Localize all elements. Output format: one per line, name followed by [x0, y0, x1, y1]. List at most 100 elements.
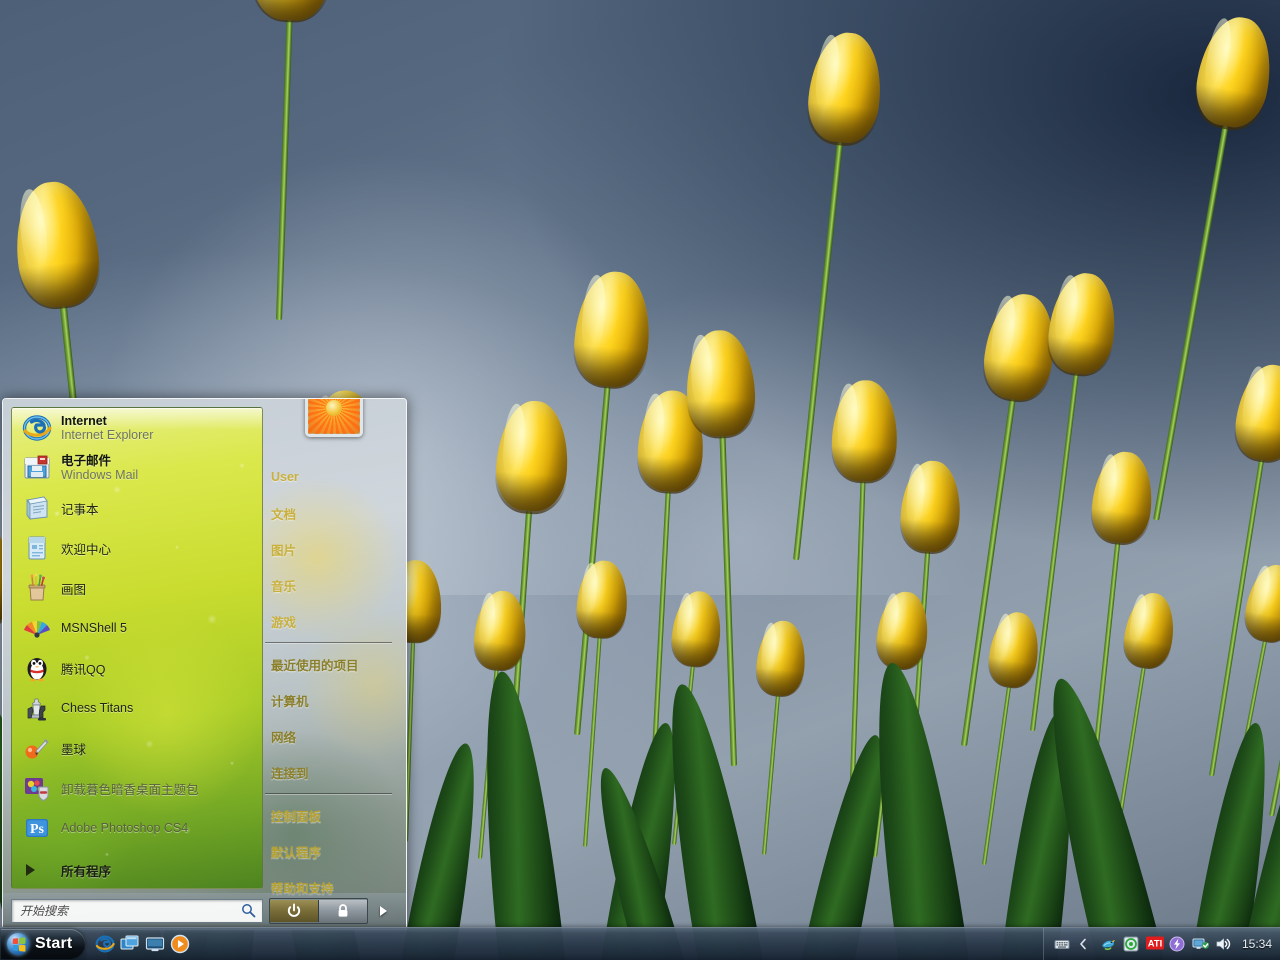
right-item-default-programs[interactable]: 默认程序	[265, 833, 398, 869]
start-item-welcome-center[interactable]: 欢迎中心	[12, 528, 262, 568]
start-item-label: 墨球	[61, 742, 87, 757]
right-arrow-icon	[379, 906, 387, 916]
taskbar-clock[interactable]: 15:34	[1242, 937, 1272, 951]
power-icon	[286, 903, 302, 919]
green-target-icon[interactable]	[1123, 936, 1139, 952]
lock-padlock-icon	[335, 903, 351, 919]
all-programs-button[interactable]: 所有程序	[12, 852, 262, 888]
internet-explorer-icon	[22, 413, 52, 443]
power-options-group	[269, 898, 368, 924]
start-item-label: Adobe Photoshop CS4	[61, 821, 189, 835]
search-input[interactable]	[18, 901, 237, 921]
show-desktop[interactable]	[145, 934, 165, 954]
recent-programs-list: 记事本 欢迎中心 画图 MSNShell 5 腾讯QQ Chess Titans…	[12, 488, 262, 848]
tulip-stem	[982, 686, 1012, 866]
search-magnifier-icon[interactable]	[241, 903, 256, 918]
avatar[interactable]	[305, 399, 363, 437]
start-item-label: MSNShell 5	[61, 621, 127, 635]
photoshop-cs4-icon: Ps	[22, 813, 52, 843]
start-menu-left-column: Internet Internet Explorer 电子邮件 Windows …	[11, 407, 263, 889]
right-column-separator-2	[265, 793, 392, 794]
notepad-icon	[22, 493, 52, 523]
taskbar[interactable]: Start ATI 15:34	[0, 927, 1280, 960]
power-menu-arrow-button[interactable]	[372, 899, 394, 923]
tulip-stem	[1029, 373, 1080, 732]
start-menu-footer	[3, 893, 406, 929]
tulip	[240, 0, 333, 321]
right-item-user[interactable]: User	[265, 459, 398, 495]
svg-text:ATI: ATI	[1148, 938, 1162, 949]
right-item-pictures[interactable]: 图片	[265, 531, 398, 567]
start-button-label: Start	[35, 935, 73, 952]
quick-launch-bar	[95, 934, 190, 954]
start-item-paint[interactable]: 画图	[12, 568, 262, 608]
tulip-bud	[873, 588, 932, 672]
paint-icon	[22, 573, 52, 603]
all-programs-label: 所有程序	[61, 864, 112, 879]
right-item-network[interactable]: 网络	[265, 718, 398, 754]
windows-media-player[interactable]	[170, 934, 190, 954]
start-item-uninstall-theme[interactable]: 卸载暮色暗香桌面主题包	[12, 768, 262, 808]
ime-bird-icon[interactable]	[1100, 936, 1116, 952]
shutdown-button[interactable]	[270, 900, 319, 922]
lock-button[interactable]	[319, 900, 367, 922]
chevron-left-icon[interactable]	[1077, 936, 1093, 952]
start-item-title: Internet	[61, 413, 107, 428]
volume-icon[interactable]	[1215, 936, 1231, 952]
chess-titans-icon	[22, 693, 52, 723]
tulip-bud	[668, 588, 725, 669]
inkball-icon	[22, 733, 52, 763]
start-item-label: Chess Titans	[61, 701, 134, 715]
start-item-chess-titans[interactable]: Chess Titans	[12, 688, 262, 728]
windows-orb-icon	[7, 933, 29, 955]
right-item-control-panel[interactable]: 控制面板	[265, 797, 398, 833]
start-item-label: 欢迎中心	[61, 542, 112, 557]
start-item-label: 画图	[61, 582, 87, 597]
switch-between-windows[interactable]	[120, 934, 140, 954]
right-item-computer[interactable]: 计算机	[265, 682, 398, 718]
tulip-bud	[574, 558, 630, 640]
right-item-recent-items[interactable]: 最近使用的项目	[265, 646, 398, 682]
tulip-bud	[570, 268, 655, 390]
svg-text:Ps: Ps	[30, 822, 45, 837]
tulip-stem	[762, 695, 781, 856]
tulip-bud	[985, 609, 1044, 691]
ime-keyboard-icon[interactable]	[1054, 936, 1070, 952]
start-item-msnshell[interactable]: MSNShell 5	[12, 608, 262, 648]
tulip-bud	[250, 0, 333, 22]
start-item-photoshop-cs4[interactable]: Ps Adobe Photoshop CS4	[12, 808, 262, 848]
start-item-inkball[interactable]: 墨球	[12, 728, 262, 768]
right-item-music[interactable]: 音乐	[265, 567, 398, 603]
start-item-windows-mail[interactable]: 电子邮件 Windows Mail	[12, 448, 262, 488]
network-icon[interactable]	[1192, 936, 1209, 952]
start-item-label: 卸载暮色暗香桌面主题包	[61, 782, 199, 797]
tulip-stem	[275, 20, 293, 321]
right-item-connect-to[interactable]: 连接到	[265, 754, 398, 790]
start-button[interactable]: Start	[1, 929, 85, 959]
search-box[interactable]	[11, 899, 263, 923]
start-item-subtitle: Internet Explorer	[61, 428, 154, 442]
windows-mail-icon	[22, 453, 52, 483]
start-menu-right-column: User 文档 图片 音乐 游戏 最近使用的项目 计算机 网络 连接到 控制面板…	[265, 399, 398, 929]
tulip-bud	[1120, 589, 1180, 672]
tulip-bud	[804, 29, 887, 147]
pinned-programs-list: Internet Internet Explorer 电子邮件 Windows …	[12, 408, 262, 488]
start-item-tencent-qq[interactable]: 腾讯QQ	[12, 648, 262, 688]
theme-uninstall-icon	[22, 773, 52, 803]
tencent-qq-icon	[22, 653, 52, 683]
tulip-bud	[9, 177, 104, 311]
start-item-label: 记事本	[61, 502, 99, 517]
right-item-games[interactable]: 游戏	[265, 603, 398, 639]
right-item-documents[interactable]: 文档	[265, 495, 398, 531]
msnshell-icon	[22, 613, 52, 643]
start-menu[interactable]: Internet Internet Explorer 电子邮件 Windows …	[2, 398, 407, 930]
system-tray: ATI 15:34	[1042, 928, 1280, 960]
launch-internet-explorer[interactable]	[95, 934, 115, 954]
flash-bolt-icon[interactable]	[1169, 936, 1185, 952]
tulip-stem	[582, 637, 602, 847]
ati-catalyst-icon[interactable]: ATI	[1145, 936, 1164, 952]
start-item-title: 电子邮件	[61, 453, 112, 468]
start-item-internet-explorer[interactable]: Internet Internet Explorer	[12, 408, 262, 448]
start-item-notepad[interactable]: 记事本	[12, 488, 262, 528]
tulip-bud	[471, 588, 530, 672]
